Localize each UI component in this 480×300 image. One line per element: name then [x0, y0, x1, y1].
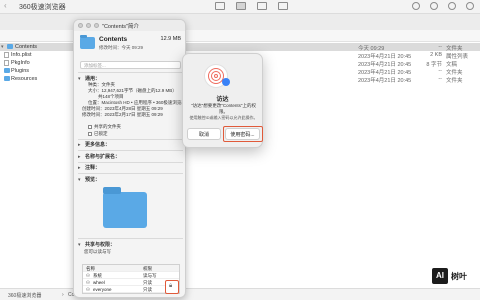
column-view-icon[interactable]	[257, 2, 267, 10]
path-item[interactable]: 360极速浏览器	[8, 292, 41, 299]
folder-icon	[4, 76, 10, 81]
row-size: --	[438, 76, 442, 82]
disclosure-icon: ▸	[78, 142, 81, 148]
preview-folder-icon	[103, 187, 147, 228]
section-sharing[interactable]: ▾ 共享与权限：	[78, 241, 115, 248]
minimize-button[interactable]	[86, 23, 91, 28]
watermark-logo: AI 树叶	[432, 268, 480, 288]
list-view-icon[interactable]	[236, 2, 246, 10]
zoom-button[interactable]	[94, 23, 99, 28]
folder-icon	[80, 35, 95, 49]
row-name: Contents	[15, 44, 38, 50]
disclosure-icon[interactable]: ▾	[1, 44, 4, 50]
cancel-button[interactable]: 取消	[187, 128, 221, 140]
section-comments[interactable]: ▸ 注释：	[78, 164, 100, 171]
disclosure-icon: ▾	[78, 242, 81, 248]
section-general[interactable]: ▾ 通用：	[78, 75, 100, 82]
group-icon: ⚇	[86, 287, 91, 292]
search-icon[interactable]	[466, 2, 474, 10]
sharing-note: 您可以读与写	[84, 249, 111, 254]
disclosure-icon: ▾	[78, 76, 81, 82]
info-panel: "Contents"简介 Contents 12.9 MB 修改时间：今天 09…	[73, 19, 186, 298]
path-bar: 360极速浏览器 › Contents	[0, 288, 480, 300]
window-title: 360极速浏览器	[19, 4, 66, 11]
shared-folder-checkbox[interactable]: 共享的文件夹	[88, 124, 121, 130]
item-size: 12.9 MB	[160, 36, 181, 42]
watermark-mark: AI	[432, 268, 448, 284]
finder-toolbar: ‹ 360极速浏览器	[0, 0, 480, 14]
folder-icon	[4, 68, 10, 73]
more-icon[interactable]	[448, 2, 456, 10]
lock-icon: 🔒︎	[169, 283, 173, 289]
row-name: Resources	[11, 76, 38, 82]
info-titlebar: "Contents"简介	[74, 20, 185, 31]
perm-user: everyone	[93, 287, 112, 292]
lock-button[interactable]: 🔒︎	[165, 280, 179, 294]
row-size: --	[438, 68, 442, 74]
table-header: 名称 权限	[83, 265, 179, 272]
section-name-ext[interactable]: ▸ 名称与扩展名：	[78, 153, 120, 160]
perm-value[interactable]: 只读	[143, 287, 152, 293]
perm-user: wheel	[93, 280, 105, 285]
close-button[interactable]	[78, 23, 83, 28]
tags-field[interactable]: 添加标签...	[80, 61, 181, 69]
column-header[interactable]	[0, 30, 480, 42]
disclosure-icon: ▸	[78, 154, 81, 160]
locked-checkbox[interactable]: 已锁定	[88, 131, 108, 137]
row-date: 2023年4月21日 20:45	[358, 78, 412, 84]
section-more-info[interactable]: ▸ 更多信息：	[78, 141, 110, 148]
section-preview[interactable]: ▾ 预览：	[78, 176, 100, 183]
tags-placeholder: 添加标签...	[84, 63, 106, 68]
document-icon	[4, 52, 9, 58]
info-header: Contents 12.9 MB 修改时间：今天 09:29	[78, 34, 183, 58]
document-icon	[4, 60, 9, 66]
checkbox-icon	[88, 124, 92, 129]
share-icon[interactable]	[412, 2, 420, 10]
folder-icon	[7, 44, 13, 49]
view-switcher	[215, 2, 288, 10]
checkbox-icon	[88, 131, 92, 136]
row-name: Info.plist	[11, 52, 32, 58]
disclosure-icon: ▾	[78, 177, 81, 183]
tag-icon[interactable]	[430, 2, 438, 10]
row-size: 2 KB	[430, 52, 442, 58]
row-name: Plugins	[11, 68, 30, 74]
row-size: --	[438, 44, 442, 50]
gallery-view-icon[interactable]	[278, 2, 288, 10]
auth-dialog: 访达 "访达"想要更改"Contents"上的权限。 使用触控ID或输入密码以允…	[182, 53, 263, 148]
dialog-title: 访达	[216, 97, 229, 103]
info-title: "Contents"简介	[102, 24, 139, 30]
dialog-hint: 使用触控ID或输入密码以允许此操作。	[189, 115, 258, 120]
watermark-text: 树叶	[451, 272, 467, 281]
finder-badge-icon	[222, 78, 230, 86]
icon-view-icon[interactable]	[215, 2, 225, 10]
general-modified: 修改时间：2023年2月17日 星期五 09:29	[82, 112, 163, 117]
back-icon[interactable]: ‹	[4, 1, 7, 10]
dialog-message: "访达"想要更改"Contents"上的权限。	[191, 103, 256, 114]
row-kind: 文件夹	[446, 78, 463, 84]
item-modified: 修改时间：今天 09:29	[99, 45, 144, 50]
item-name: Contents	[99, 36, 128, 43]
highlight-box	[223, 126, 263, 142]
row-name: PkgInfo	[11, 60, 30, 66]
disclosure-icon: ▸	[78, 165, 81, 171]
table-row[interactable]: ▾ Contents 今天 09:29 -- 文件夹	[0, 43, 480, 52]
path-separator: ›	[62, 292, 64, 298]
table-row[interactable]: ⚇ 系统 读与写	[83, 272, 179, 279]
toolbar-actions	[412, 2, 474, 10]
